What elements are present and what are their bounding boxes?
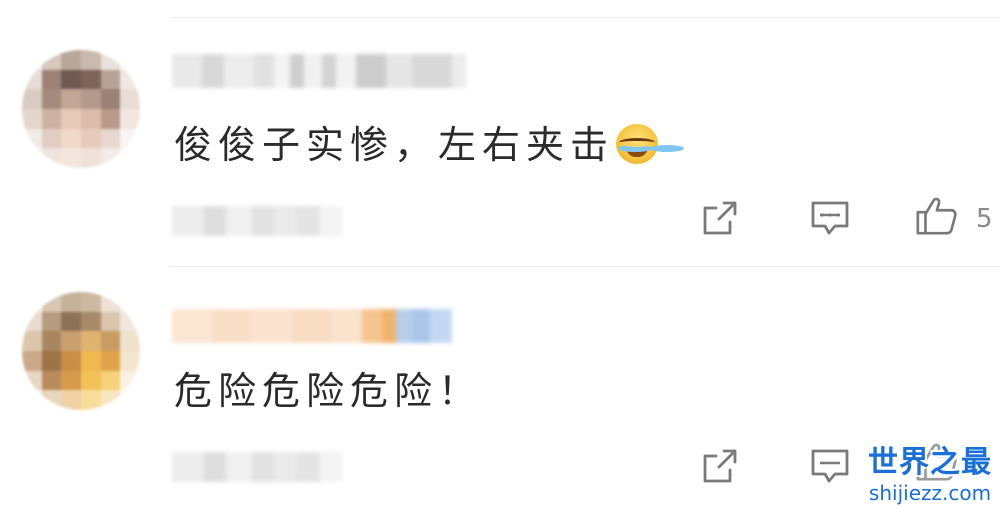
comment-text: 俊俊子实惨，左右夹击 <box>174 123 659 167</box>
comment-text: 危险危险危险！ <box>174 372 482 410</box>
share-icon[interactable] <box>698 196 742 240</box>
avatar[interactable] <box>22 50 140 168</box>
divider <box>170 266 1000 267</box>
like-count: 5 <box>976 204 993 234</box>
site-watermark: 世界之最 shijiezz.com <box>868 445 992 505</box>
comment-list: 俊俊子实惨，左右夹击 5 危险危险危险！ 世界之最 shijiezz.com <box>0 0 1000 508</box>
comment-text-content: 俊俊子实惨，左右夹击 <box>174 123 615 167</box>
share-icon[interactable] <box>698 444 742 488</box>
watermark-url: shijiezz.com <box>868 481 992 505</box>
comment-time-blurred <box>172 452 342 482</box>
comment-text-content: 危险危险危险！ <box>174 369 483 413</box>
watermark-title: 世界之最 <box>868 445 992 480</box>
divider <box>170 17 1000 18</box>
avatar[interactable] <box>22 292 140 410</box>
username-blurred[interactable] <box>172 54 466 88</box>
reply-icon[interactable] <box>808 444 852 488</box>
reply-icon[interactable] <box>808 196 852 240</box>
like-icon[interactable] <box>914 194 958 238</box>
laughing-crying-emoji-icon <box>616 124 659 164</box>
username-blurred[interactable] <box>172 309 452 343</box>
comment-time-blurred <box>172 206 342 236</box>
